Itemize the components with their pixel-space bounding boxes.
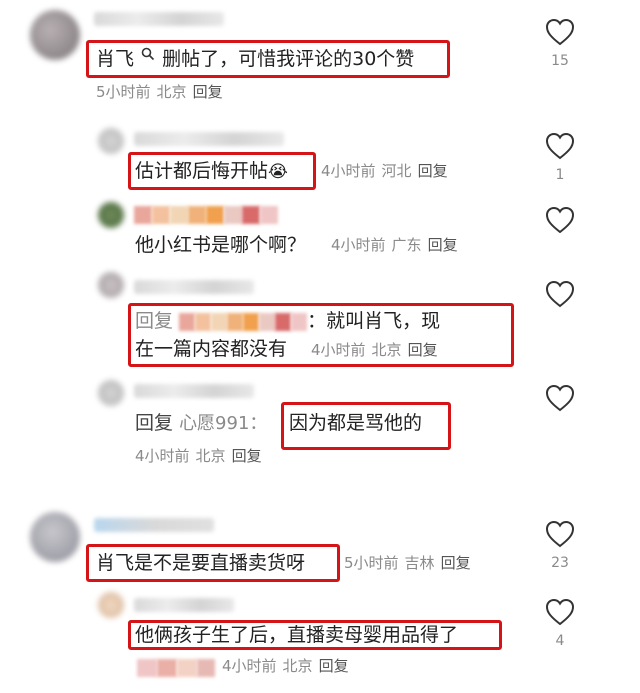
comment-text-line2: 在一篇内容都没有 bbox=[135, 338, 288, 360]
like-count: 1 bbox=[555, 167, 565, 183]
mention-user[interactable]: 心愿991： bbox=[179, 413, 267, 434]
timestamp: 4小时前 bbox=[222, 657, 277, 675]
timestamp: 4小时前 bbox=[331, 236, 386, 254]
emoji-crying: 😭 bbox=[268, 162, 288, 182]
avatar[interactable] bbox=[98, 272, 124, 298]
reply-prefix: 回复 bbox=[135, 310, 174, 332]
like-button[interactable]: 23 bbox=[540, 520, 580, 572]
like-button[interactable] bbox=[540, 384, 580, 416]
avatar[interactable] bbox=[98, 380, 124, 406]
comment-meta: 4小时前 北京 回复 bbox=[135, 446, 268, 466]
reply-button[interactable]: 回复 bbox=[193, 83, 223, 101]
heart-outline-icon bbox=[545, 280, 575, 308]
reply-button[interactable]: 回复 bbox=[428, 236, 458, 254]
mention-mosaic[interactable] bbox=[179, 310, 308, 332]
reply-button[interactable]: 回复 bbox=[319, 657, 349, 675]
location: 北京 bbox=[195, 447, 226, 465]
comment-text: 肖飞是不是要直播卖货呀 bbox=[96, 552, 306, 574]
heart-outline-icon bbox=[545, 598, 575, 626]
heart-outline-icon bbox=[545, 206, 575, 234]
location: 北京 bbox=[371, 341, 402, 359]
username-mosaic[interactable] bbox=[134, 204, 278, 224]
comment-meta: 5小时前 吉林 回复 bbox=[344, 553, 477, 573]
like-button[interactable] bbox=[540, 206, 580, 238]
username[interactable] bbox=[134, 132, 284, 146]
location: 吉林 bbox=[404, 554, 435, 572]
reply-button[interactable]: 回复 bbox=[408, 341, 438, 359]
username[interactable] bbox=[134, 598, 234, 612]
avatar[interactable] bbox=[30, 10, 80, 60]
like-count: 15 bbox=[551, 53, 569, 69]
heart-outline-icon bbox=[545, 520, 575, 548]
location: 北京 bbox=[156, 83, 187, 101]
comment-mention[interactable]: 肖飞 bbox=[96, 48, 134, 70]
timestamp: 4小时前 bbox=[321, 162, 376, 180]
comment-text: 估计都后悔开帖😭 bbox=[135, 159, 288, 184]
username[interactable] bbox=[134, 280, 254, 294]
timestamp: 5小时前 bbox=[344, 554, 399, 572]
reply-button[interactable]: 回复 bbox=[232, 447, 262, 465]
comment-body: 因为都是骂他的 bbox=[289, 412, 423, 434]
like-button[interactable]: 15 bbox=[540, 18, 580, 70]
comment-meta: 4小时前 北京 回复 bbox=[222, 656, 355, 676]
comment-body: 估计都后悔开帖 bbox=[135, 160, 269, 182]
heart-outline-icon bbox=[545, 132, 575, 160]
search-icon bbox=[141, 47, 155, 61]
location: 河北 bbox=[381, 162, 412, 180]
timestamp: 5小时前 bbox=[96, 83, 151, 101]
comment-body: ：就叫肖飞，现 bbox=[307, 310, 441, 332]
location: 广东 bbox=[391, 236, 422, 254]
timestamp: 4小时前 bbox=[311, 341, 366, 359]
comment-meta: 5小时前 北京 回复 bbox=[96, 82, 229, 102]
heart-outline-icon bbox=[545, 384, 575, 412]
heart-outline-icon bbox=[545, 18, 575, 46]
like-button[interactable]: 4 bbox=[540, 598, 580, 650]
comment-text: 肖飞 删帖了，可惜我评论的30个赞 bbox=[96, 47, 414, 71]
comment-text: 回复 ：就叫肖飞，现 bbox=[135, 309, 440, 333]
comment-meta: 4小时前 北京 回复 bbox=[311, 340, 444, 360]
avatar[interactable] bbox=[30, 512, 80, 562]
username[interactable] bbox=[134, 384, 254, 398]
username[interactable] bbox=[94, 12, 224, 26]
comment-text: 他俩孩子生了后，直播卖母婴用品得了 bbox=[135, 624, 459, 646]
comment-body: 删帖了，可惜我评论的30个赞 bbox=[162, 48, 415, 70]
reply-button[interactable]: 回复 bbox=[418, 162, 448, 180]
avatar[interactable] bbox=[98, 592, 124, 618]
comment-meta: 4小时前 河北 回复 bbox=[321, 161, 454, 181]
comment-text: 回复 心愿991： bbox=[135, 411, 267, 436]
mosaic-overlay bbox=[137, 657, 215, 677]
reply-prefix: 回复 bbox=[135, 412, 174, 434]
like-button[interactable]: 1 bbox=[540, 132, 580, 184]
like-button[interactable] bbox=[540, 280, 580, 312]
comment-text: 他小红书是哪个啊？ bbox=[135, 234, 307, 256]
reply-button[interactable]: 回复 bbox=[441, 554, 471, 572]
location: 北京 bbox=[282, 657, 313, 675]
timestamp: 4小时前 bbox=[135, 447, 190, 465]
like-count: 23 bbox=[551, 555, 569, 571]
like-count: 4 bbox=[555, 633, 565, 649]
username[interactable] bbox=[94, 518, 214, 532]
comment-meta: 4小时前 广东 回复 bbox=[331, 235, 464, 255]
avatar[interactable] bbox=[98, 202, 124, 228]
avatar[interactable] bbox=[98, 128, 124, 154]
